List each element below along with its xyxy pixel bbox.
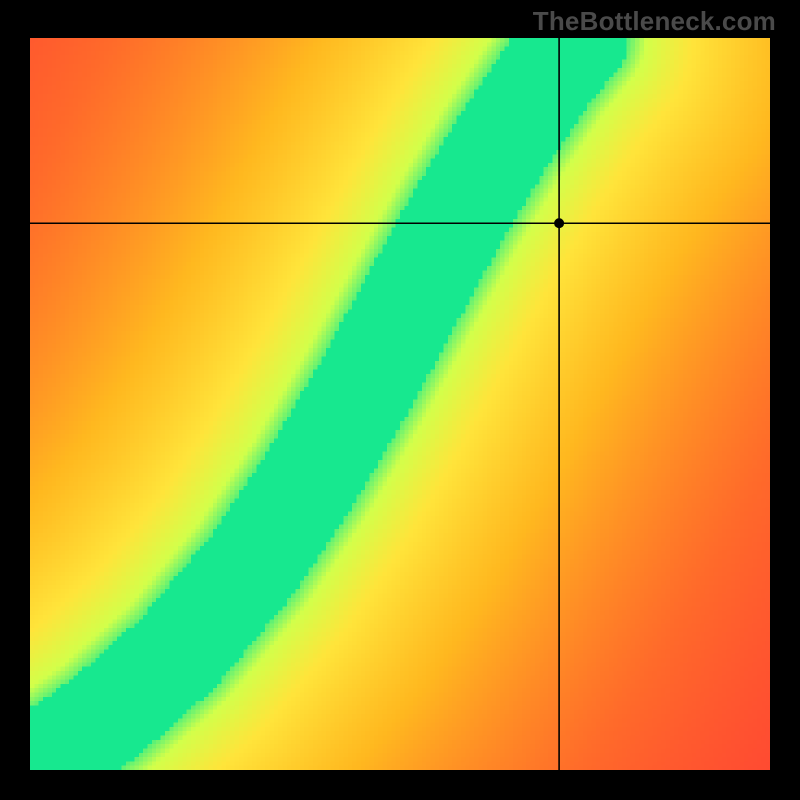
watermark-text: TheBottleneck.com — [533, 6, 776, 37]
crosshair-overlay — [30, 38, 770, 770]
chart-frame: TheBottleneck.com — [0, 0, 800, 800]
